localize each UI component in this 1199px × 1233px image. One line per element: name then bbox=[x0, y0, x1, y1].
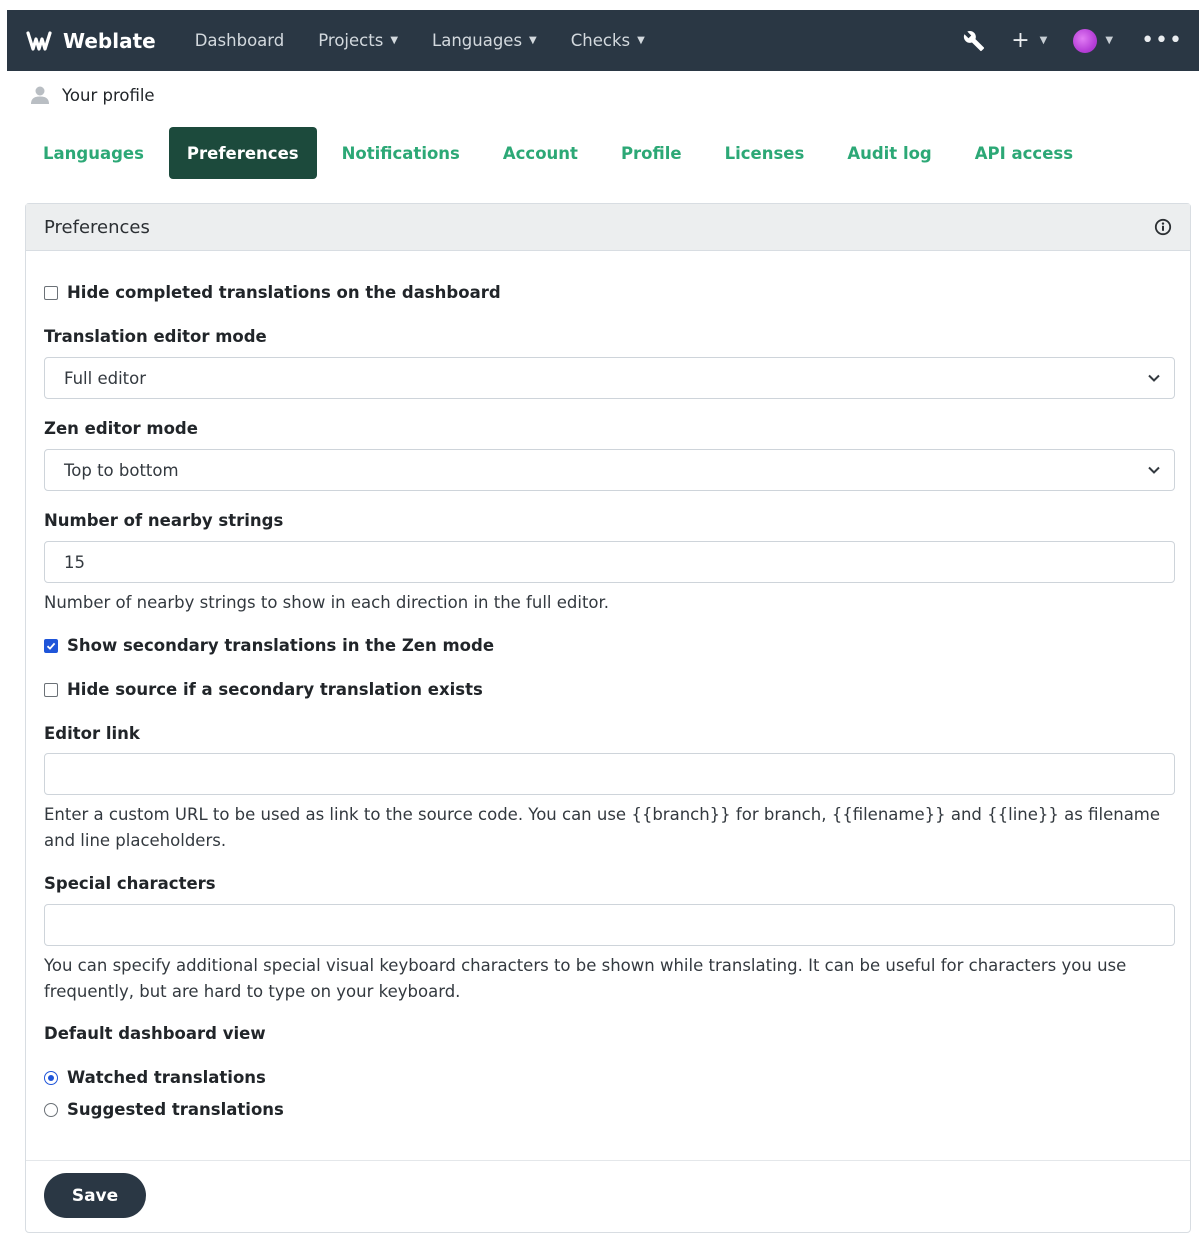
chevron-down-icon bbox=[1147, 465, 1161, 475]
info-icon[interactable] bbox=[1154, 218, 1172, 236]
zen-mode-value: Top to bottom bbox=[64, 460, 179, 480]
special-chars-help: You can specify additional special visua… bbox=[44, 956, 1127, 1001]
more-dots-icon: ••• bbox=[1141, 27, 1183, 53]
more-menu-button[interactable]: ••• bbox=[1141, 27, 1183, 53]
hide-completed-row[interactable]: Hide completed translations on the dashb… bbox=[44, 283, 501, 302]
editor-link-help: Enter a custom URL to be used as link to… bbox=[44, 805, 1161, 850]
brand-link[interactable]: Weblate bbox=[25, 29, 156, 53]
tab-profile[interactable]: Profile bbox=[603, 127, 700, 179]
special-chars-input[interactable] bbox=[44, 904, 1175, 946]
weblate-logo-icon bbox=[26, 30, 52, 51]
tab-audit-log[interactable]: Audit log bbox=[829, 127, 949, 179]
zen-mode-select[interactable]: Top to bottom bbox=[44, 449, 1175, 491]
breadcrumb: Your profile bbox=[30, 82, 155, 108]
editor-mode-value: Full editor bbox=[64, 368, 147, 388]
hide-completed-checkbox[interactable] bbox=[44, 285, 58, 300]
nearby-value: 15 bbox=[64, 552, 85, 572]
nav-checks-label: Checks bbox=[570, 31, 631, 50]
nearby-label: Number of nearby strings bbox=[44, 511, 284, 530]
card-title: Preferences bbox=[44, 216, 150, 238]
hide-source-row[interactable]: Hide source if a secondary translation e… bbox=[44, 680, 483, 699]
radio-suggested-label: Suggested translations bbox=[67, 1100, 284, 1119]
wrench-button[interactable] bbox=[963, 30, 985, 52]
save-button[interactable]: Save bbox=[44, 1173, 146, 1218]
brand-name: Weblate bbox=[63, 28, 156, 53]
nav-dashboard-label: Dashboard bbox=[194, 31, 285, 50]
tab-api-access[interactable]: API access bbox=[957, 127, 1091, 179]
avatar bbox=[1073, 28, 1098, 53]
info-circle-icon bbox=[1154, 218, 1172, 236]
secondary-zen-row[interactable]: Show secondary translations in the Zen m… bbox=[44, 636, 494, 655]
preferences-card: Preferences Hide completed translations … bbox=[25, 203, 1191, 1233]
caret-down-icon: ▼ bbox=[529, 35, 537, 46]
user-icon bbox=[31, 86, 49, 104]
nearby-help: Number of nearby strings to show in each… bbox=[44, 593, 610, 612]
tab-account[interactable]: Account bbox=[485, 127, 596, 179]
nav-projects-label: Projects bbox=[318, 31, 384, 50]
editor-link-label: Editor link bbox=[44, 724, 140, 743]
nav-checks[interactable]: Checks ▼ bbox=[571, 31, 645, 50]
navbar-right: + ▼ ▼ ••• bbox=[941, 28, 1183, 53]
plus-icon: + bbox=[1011, 28, 1030, 53]
radio-suggested[interactable] bbox=[44, 1102, 58, 1117]
radio-suggested-row[interactable]: Suggested translations bbox=[44, 1100, 284, 1119]
profile-tabs: Languages Preferences Notifications Acco… bbox=[25, 127, 1098, 179]
wrench-icon bbox=[964, 30, 985, 51]
editor-mode-select[interactable]: Full editor bbox=[44, 357, 1175, 399]
breadcrumb-label[interactable]: Your profile bbox=[62, 86, 155, 105]
tab-notifications[interactable]: Notifications bbox=[324, 127, 478, 179]
top-navbar: Weblate Dashboard Projects ▼ Languages ▼… bbox=[7, 10, 1199, 71]
add-menu-button[interactable]: + ▼ bbox=[1011, 28, 1047, 53]
radio-watched-row[interactable]: Watched translations bbox=[44, 1068, 266, 1087]
checkmark-icon bbox=[46, 642, 56, 650]
card-footer-divider bbox=[26, 1160, 1190, 1161]
chevron-down-icon bbox=[1147, 373, 1161, 383]
caret-down-icon: ▼ bbox=[1105, 35, 1114, 46]
nav-languages[interactable]: Languages ▼ bbox=[432, 31, 537, 50]
nav-projects[interactable]: Projects ▼ bbox=[318, 31, 398, 50]
tab-preferences[interactable]: Preferences bbox=[168, 127, 317, 179]
hide-completed-label: Hide completed translations on the dashb… bbox=[67, 283, 501, 302]
hide-source-label: Hide source if a secondary translation e… bbox=[67, 680, 483, 699]
dashboard-view-label: Default dashboard view bbox=[44, 1024, 266, 1043]
caret-down-icon: ▼ bbox=[390, 35, 399, 46]
radio-watched[interactable] bbox=[44, 1070, 58, 1085]
tab-languages[interactable]: Languages bbox=[25, 127, 162, 179]
user-menu-button[interactable]: ▼ bbox=[1073, 28, 1114, 53]
editor-mode-label: Translation editor mode bbox=[44, 327, 267, 346]
hide-source-checkbox[interactable] bbox=[44, 682, 58, 697]
caret-down-icon: ▼ bbox=[1039, 35, 1048, 46]
editor-link-input[interactable] bbox=[44, 753, 1175, 795]
zen-mode-label: Zen editor mode bbox=[44, 419, 198, 438]
nearby-input[interactable]: 15 bbox=[44, 541, 1175, 583]
special-chars-label: Special characters bbox=[44, 874, 216, 893]
nav-dashboard[interactable]: Dashboard bbox=[195, 31, 285, 50]
secondary-zen-label: Show secondary translations in the Zen m… bbox=[67, 636, 495, 655]
tab-licenses[interactable]: Licenses bbox=[707, 127, 823, 179]
nav-languages-label: Languages bbox=[432, 31, 523, 50]
caret-down-icon: ▼ bbox=[637, 35, 645, 46]
secondary-zen-checkbox[interactable] bbox=[44, 638, 58, 653]
radio-watched-label: Watched translations bbox=[67, 1068, 266, 1087]
card-header: Preferences bbox=[26, 204, 1190, 251]
